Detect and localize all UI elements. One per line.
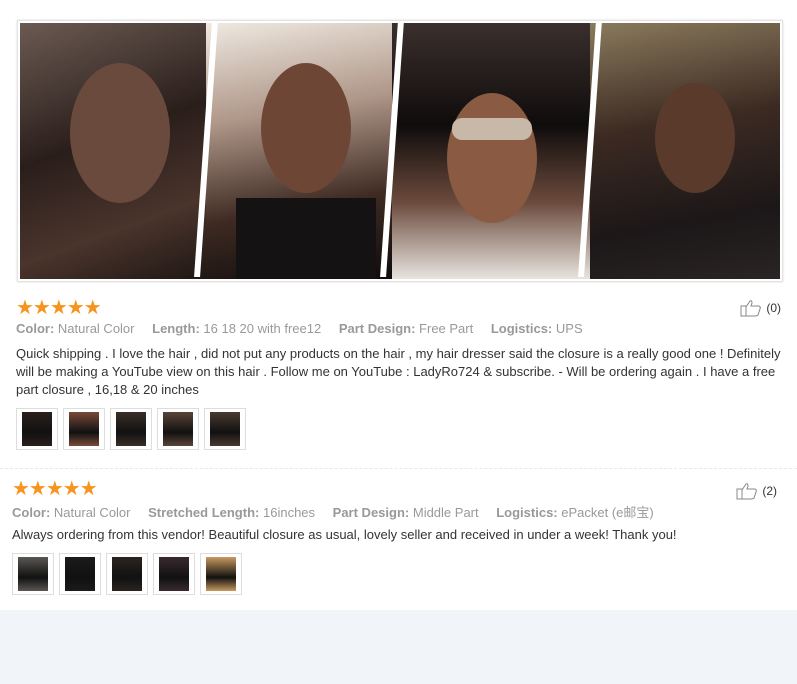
photo-curly-hair-team-live-shirt[interactable] — [206, 23, 392, 279]
attr-label: Logistics: — [490, 321, 553, 336]
thumbnail-image — [206, 557, 236, 591]
review-separator — [0, 468, 797, 469]
helpful-button[interactable]: (2) — [736, 482, 777, 500]
attr-label: Logistics: — [496, 505, 558, 520]
star-rating: ★★★★★ — [16, 297, 102, 319]
review-thumbnail[interactable] — [12, 553, 54, 595]
attr-value: Natural Color — [53, 505, 131, 520]
review-attributes: Color: Natural Color Stretched Length: 1… — [12, 502, 668, 521]
attr-label: Part Design: — [338, 321, 416, 336]
thumbnail-image — [116, 412, 146, 446]
thumbnail-image — [18, 557, 48, 591]
attr-value: 16inches — [262, 505, 316, 520]
thumbs-up-icon — [740, 300, 762, 317]
photo-curly-bob[interactable] — [590, 23, 780, 279]
review-thumbnail[interactable] — [16, 408, 58, 450]
attr-label: Color: — [16, 321, 55, 336]
thumbnail-image — [22, 412, 52, 446]
review-thumbnails — [16, 408, 246, 450]
thumbs-up-icon — [736, 483, 758, 500]
helpful-button[interactable]: (0) — [740, 299, 781, 317]
review-thumbnail[interactable] — [153, 553, 195, 595]
attr-label: Part Design: — [332, 505, 410, 520]
review-thumbnail[interactable] — [200, 553, 242, 595]
star-rating: ★★★★★ — [12, 478, 98, 500]
attr-value: Free Part — [419, 321, 474, 336]
review-thumbnail[interactable] — [106, 553, 148, 595]
thumbnail-image — [163, 412, 193, 446]
review-photo-collage[interactable] — [17, 20, 783, 282]
attr-value: 16 18 20 with free12 — [203, 321, 322, 336]
photo-straight-hair[interactable] — [20, 23, 206, 279]
review-thumbnail[interactable] — [204, 408, 246, 450]
attr-label: Length: — [152, 321, 200, 336]
attr-value: ePacket (e邮宝) — [561, 505, 654, 520]
review-thumbnail[interactable] — [59, 553, 101, 595]
review-attributes: Color: Natural Color Length: 16 18 20 wi… — [16, 321, 597, 336]
review-thumbnail[interactable] — [110, 408, 152, 450]
helpful-count: (2) — [762, 484, 777, 498]
attr-value: Middle Part — [412, 505, 479, 520]
attr-label: Color: — [12, 505, 51, 520]
review-text: Always ordering from this vendor! Beauti… — [12, 527, 677, 542]
thumbnail-image — [112, 557, 142, 591]
thumbnail-image — [69, 412, 99, 446]
review-thumbnail[interactable] — [157, 408, 199, 450]
thumbnail-image — [210, 412, 240, 446]
attr-value: UPS — [555, 321, 583, 336]
photo-curly-hair-sunglasses[interactable] — [392, 23, 590, 279]
review-thumbnail[interactable] — [63, 408, 105, 450]
review-text: Quick shipping . I love the hair , did n… — [16, 346, 781, 397]
helpful-count: (0) — [766, 301, 781, 315]
footer-band — [0, 610, 797, 684]
attr-label: Stretched Length: — [148, 505, 260, 520]
thumbnail-image — [65, 557, 95, 591]
thumbnail-image — [159, 557, 189, 591]
attr-value: Natural Color — [57, 321, 135, 336]
review-thumbnails — [12, 553, 242, 595]
